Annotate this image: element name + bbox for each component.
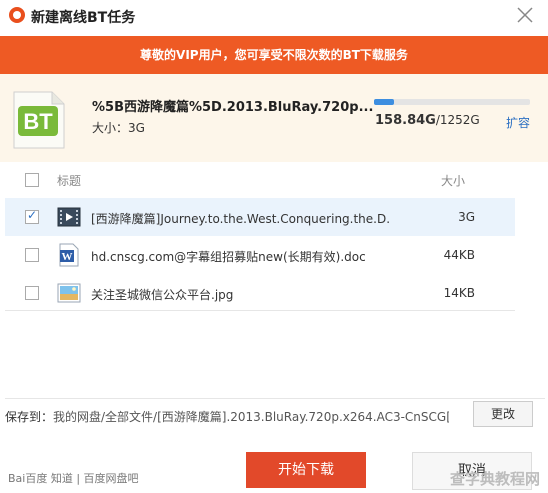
- close-icon[interactable]: [514, 4, 536, 26]
- select-all-checkbox[interactable]: [25, 173, 39, 187]
- save-location-row: 保存到： 我的网盘/全部文件/[西游降魔篇].2013.BluRay.720p.…: [5, 398, 545, 429]
- video-file-icon: [57, 207, 81, 227]
- image-file-icon: [57, 283, 81, 303]
- bt-file-icon: BT: [13, 91, 65, 149]
- file-size: 3G: [458, 210, 475, 224]
- file-name: 关注圣城微信公众平台.jpg: [91, 288, 234, 302]
- quota-total: /1252G: [435, 113, 480, 127]
- storage-quota-fill: [374, 99, 394, 105]
- bt-icon-text: BT: [23, 109, 53, 134]
- save-label: 保存到：: [5, 410, 54, 424]
- list-header: 标题 大小: [5, 170, 515, 190]
- torrent-info-panel: BT %5B西游降魔篇%5D.2013.BluRay.720p... 大小：3G…: [0, 74, 548, 162]
- vip-banner: 尊敬的VIP用户，您可享受不限次数的BT下载服务: [0, 36, 548, 74]
- app-logo-icon: [9, 7, 25, 23]
- column-header-title: 标题: [57, 174, 82, 188]
- column-header-size: 大小: [441, 174, 466, 188]
- window-title: 新建离线BT任务: [31, 10, 136, 26]
- file-size: 44KB: [443, 248, 475, 262]
- quota-used: 158.84G: [375, 113, 436, 128]
- storage-quota-bar: [374, 99, 530, 105]
- torrent-size: 大小：3G: [92, 121, 145, 135]
- title-bar: 新建离线BT任务: [0, 0, 548, 36]
- file-row[interactable]: [西游降魔篇]Journey.to.the.West.Conquering.th…: [5, 198, 515, 236]
- file-checkbox[interactable]: [25, 208, 39, 224]
- file-row[interactable]: W hd.cnscg.com@字幕组招募贴new(长期有效).doc 44KB: [5, 236, 515, 274]
- start-download-button[interactable]: 开始下载: [246, 452, 366, 488]
- file-name: hd.cnscg.com@字幕组招募贴new(长期有效).doc: [91, 250, 366, 264]
- change-location-button[interactable]: 更改: [473, 401, 533, 427]
- expand-storage-link[interactable]: 扩容: [506, 114, 530, 131]
- file-checkbox[interactable]: [25, 286, 39, 300]
- file-row[interactable]: 关注圣城微信公众平台.jpg 14KB: [5, 274, 515, 312]
- file-name: [西游降魔篇]Journey.to.the.West.Conquering.th…: [91, 212, 391, 226]
- file-size: 14KB: [443, 286, 475, 300]
- file-list: 标题 大小 [西游降魔篇]Journey.to.the.West.Conquer…: [5, 162, 515, 311]
- word-doc-icon: W: [59, 243, 79, 267]
- svg-text:W: W: [62, 251, 73, 263]
- storage-quota-text: 158.84G/1252G: [375, 113, 480, 128]
- file-checkbox[interactable]: [25, 248, 39, 262]
- watermark-right: 查字典教程网: [449, 470, 540, 488]
- torrent-name: %5B西游降魔篇%5D.2013.BluRay.720p...: [92, 100, 374, 115]
- watermark-left: Bai百度 知道 | 百度网盘吧: [8, 472, 139, 485]
- save-path: 我的网盘/全部文件/[西游降魔篇].2013.BluRay.720p.x264.…: [53, 410, 449, 424]
